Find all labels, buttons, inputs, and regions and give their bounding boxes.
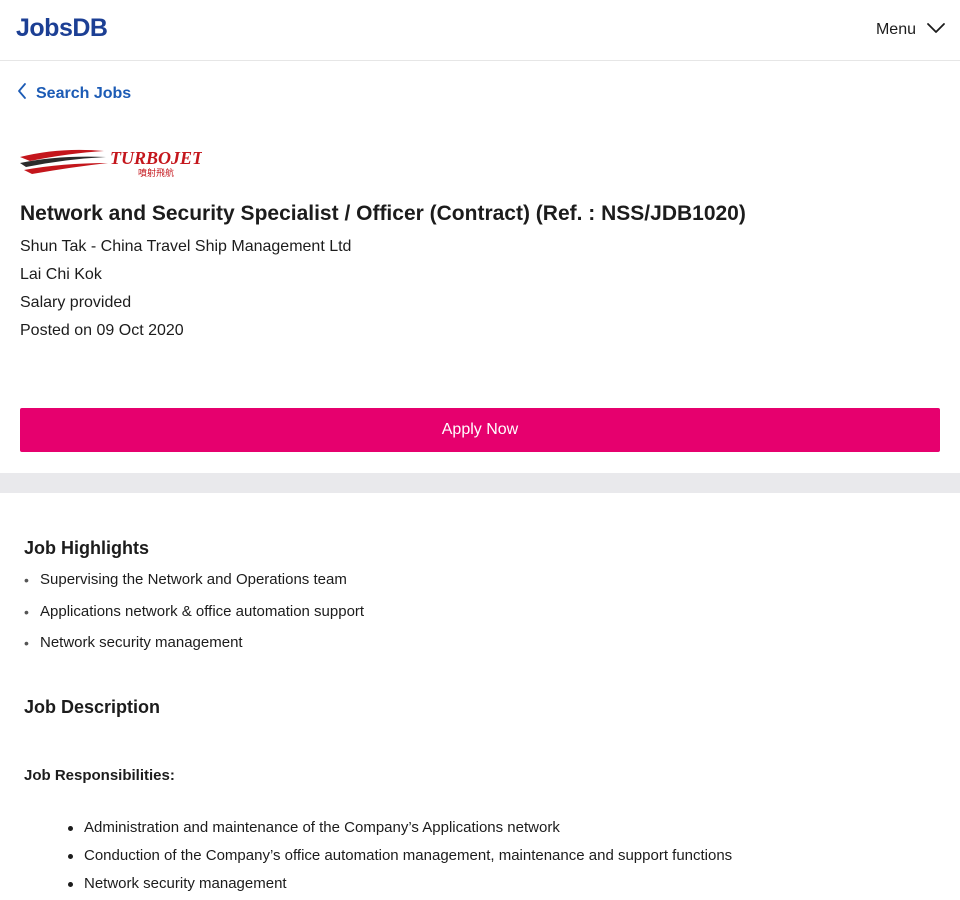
menu-button[interactable]: Menu [876,18,946,42]
job-highlights-list: • Supervising the Network and Operations… [24,570,924,665]
responsibility-item: Network security management [66,874,926,900]
back-label: Search Jobs [36,84,132,102]
job-description-title: Job Description [24,697,161,717]
bullet-icon [68,854,73,859]
responsibility-text: Conduction of the Company’s office autom… [84,847,733,864]
responsibilities-heading: Job Responsibilities: [24,767,175,784]
top-bar: JobsDB Menu [0,0,960,61]
company-logo: TURBOJET 噴射飛航 [20,143,204,179]
job-title: Network and Security Specialist / Office… [20,202,746,225]
back-to-search-link[interactable]: Search Jobs [16,82,131,105]
bullet-icon: • [24,603,29,620]
section-divider [0,473,960,493]
chevron-down-icon [926,21,946,40]
responsibilities-list: Administration and maintenance of the Co… [66,818,926,900]
company-logo-text: TURBOJET [110,148,202,168]
job-highlights-title: Job Highlights [24,538,149,558]
company-logo-chinese: 噴射飛航 [138,167,174,179]
posted-date: Posted on 09 Oct 2020 [20,322,184,339]
chevron-left-icon [16,82,36,105]
highlight-text: Applications network & office automation… [40,602,365,620]
bullet-icon: • [24,572,29,588]
jobsdb-logo[interactable]: JobsDB [16,12,108,44]
job-location: Lai Chi Kok [20,266,102,283]
responsibility-item: Administration and maintenance of the Co… [66,818,926,846]
highlight-text: Supervising the Network and Operations t… [40,571,347,588]
bullet-icon [68,882,73,887]
menu-label: Menu [875,21,916,38]
apply-now-label: Apply Now [441,421,519,438]
responsibility-item: Conduction of the Company’s office autom… [66,846,926,874]
highlight-item: • Applications network & office automati… [24,602,924,634]
apply-now-button[interactable]: Apply Now [20,408,940,452]
responsibility-text: Network security management [84,875,287,892]
highlight-item: • Network security management [24,633,924,665]
highlight-item: • Supervising the Network and Operations… [24,570,924,602]
responsibility-text: Administration and maintenance of the Co… [84,819,560,836]
salary-info: Salary provided [20,294,132,311]
bullet-icon: • [24,635,29,651]
bullet-icon [68,826,73,831]
highlight-text: Network security management [40,634,243,651]
company-name[interactable]: Shun Tak - China Travel Ship Management … [20,237,351,257]
